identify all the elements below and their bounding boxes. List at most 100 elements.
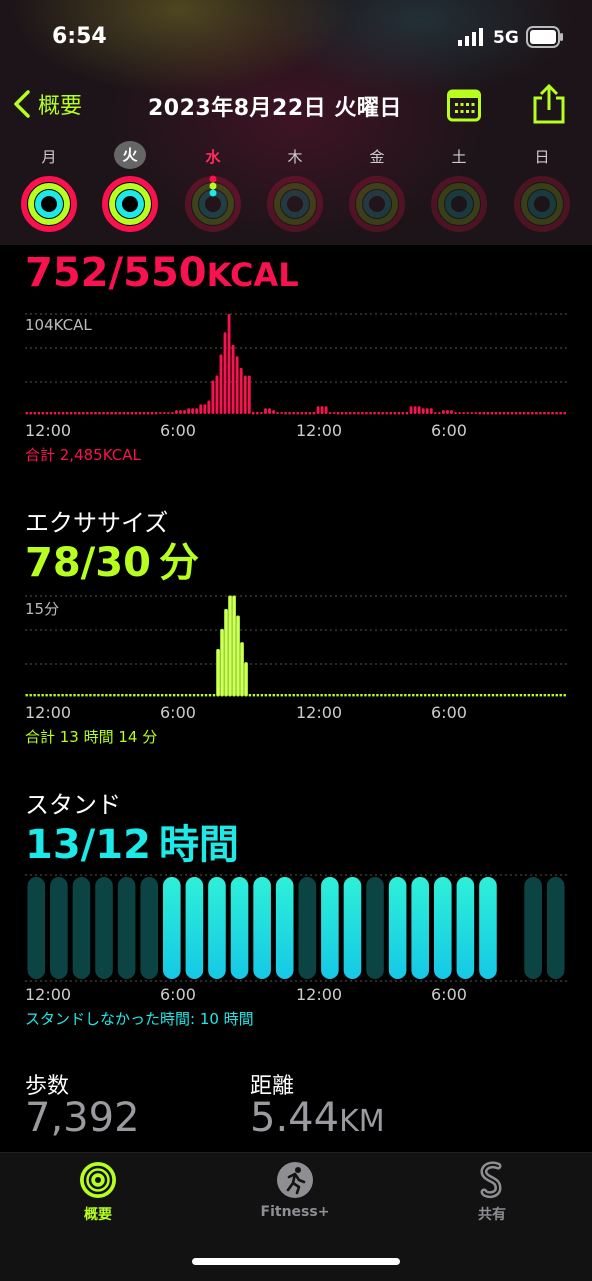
move-bar (510, 412, 514, 415)
day-label-2[interactable]: 水 (197, 146, 229, 167)
move-bar (74, 412, 77, 415)
move-bar (332, 412, 336, 414)
day-label-1[interactable]: 火 (114, 141, 146, 169)
day-label-5[interactable]: 土 (443, 146, 475, 167)
exercise-bar (244, 662, 248, 697)
exercise-bar (368, 694, 371, 697)
stand-bar (321, 877, 339, 979)
exercise-bar (424, 694, 427, 697)
move-bar (41, 412, 45, 415)
move-x-tick: 6:00 (431, 421, 467, 440)
move-bar (223, 332, 227, 414)
move-bar (490, 412, 494, 415)
exercise-bar (531, 694, 535, 697)
activity-ring-3[interactable] (267, 176, 323, 232)
exercise-bar (380, 694, 383, 697)
move-bar (146, 412, 150, 415)
move-x-tick: 12:00 (296, 421, 343, 440)
exercise-x-tick: 12:00 (296, 703, 343, 722)
move-bar (106, 412, 109, 415)
move-bar (158, 412, 162, 414)
activity-ring-0[interactable] (21, 176, 77, 232)
exercise-bar (360, 694, 363, 697)
activity-ring-6[interactable] (514, 176, 570, 232)
move-summary: 752/550KCAL (25, 250, 299, 296)
move-bar (506, 412, 510, 415)
exercise-bar (495, 694, 499, 697)
exercise-bar (204, 694, 208, 697)
exercise-bar (232, 595, 236, 697)
move-bar (166, 412, 170, 414)
tab-summary[interactable]: 概要 (38, 1160, 158, 1224)
move-bar (288, 412, 291, 415)
exercise-bar (499, 694, 503, 697)
move-bar (409, 406, 413, 414)
day-label-3[interactable]: 木 (279, 146, 311, 167)
exercise-bar (372, 694, 375, 697)
move-bar (134, 412, 138, 415)
activity-ring-5[interactable] (431, 176, 487, 232)
stand-bar (366, 877, 384, 979)
exercise-bar (268, 694, 272, 697)
move-bar (442, 410, 445, 414)
day-label-0[interactable]: 月 (33, 146, 65, 167)
move-x-tick: 6:00 (160, 421, 196, 440)
activity-rings-icon (80, 1162, 116, 1198)
exercise-bar (93, 694, 96, 697)
share-icon[interactable] (532, 84, 566, 124)
move-bar (268, 408, 271, 414)
exercise-bar (324, 694, 327, 697)
exercise-bar (65, 694, 68, 697)
exercise-bar (304, 694, 307, 697)
move-bar (195, 408, 199, 414)
stand-bar (140, 877, 158, 979)
stand-bar (434, 877, 452, 979)
move-bar (466, 412, 470, 414)
stand-bar (185, 877, 204, 979)
move-bar (179, 410, 182, 414)
tab-sharing[interactable]: 共有 (432, 1160, 552, 1224)
signal-icon (458, 28, 483, 46)
calendar-icon[interactable] (447, 88, 481, 122)
exercise-bar (85, 694, 88, 697)
day-label-4[interactable]: 金 (361, 146, 393, 167)
stand-x-tick: 6:00 (431, 985, 467, 1004)
exercise-bar (141, 694, 144, 697)
exercise-bar (408, 694, 411, 697)
back-button[interactable]: 概要 (12, 88, 82, 120)
move-bar (122, 412, 125, 415)
move-bar (162, 412, 166, 414)
exercise-bar (451, 694, 455, 697)
move-bar (361, 412, 364, 415)
activity-ring-2[interactable] (185, 175, 241, 232)
move-bar (53, 412, 57, 415)
exercise-bar (420, 694, 423, 697)
exercise-x-tick: 6:00 (160, 703, 196, 722)
exercise-bar (256, 694, 260, 697)
move-bar (150, 412, 154, 415)
exercise-bar (336, 694, 339, 697)
move-bar (385, 412, 388, 415)
exercise-bar (412, 694, 415, 697)
exercise-bar (176, 694, 180, 697)
move-bar (555, 412, 558, 415)
stand-chart (25, 874, 567, 982)
exercise-bar (447, 694, 451, 697)
day-label-6[interactable]: 日 (526, 146, 558, 167)
move-bar (462, 412, 466, 414)
move-bar (312, 412, 316, 415)
move-bar (219, 354, 223, 414)
exercise-summary: 78/30 分 (25, 530, 199, 588)
move-x-tick: 12:00 (25, 421, 72, 440)
exercise-bar (81, 694, 84, 697)
activity-ring-1[interactable] (102, 176, 158, 232)
distance-summary: 5.44KM (250, 1095, 385, 1141)
exercise-bar (455, 694, 459, 697)
stand-bar (524, 877, 542, 979)
tab-fitness-plus[interactable]: Fitness+ (235, 1160, 355, 1220)
move-bar (304, 412, 307, 415)
network-label: 5G (493, 28, 519, 48)
move-bar (126, 412, 130, 415)
activity-ring-4[interactable] (349, 176, 405, 232)
move-bar (340, 412, 344, 415)
